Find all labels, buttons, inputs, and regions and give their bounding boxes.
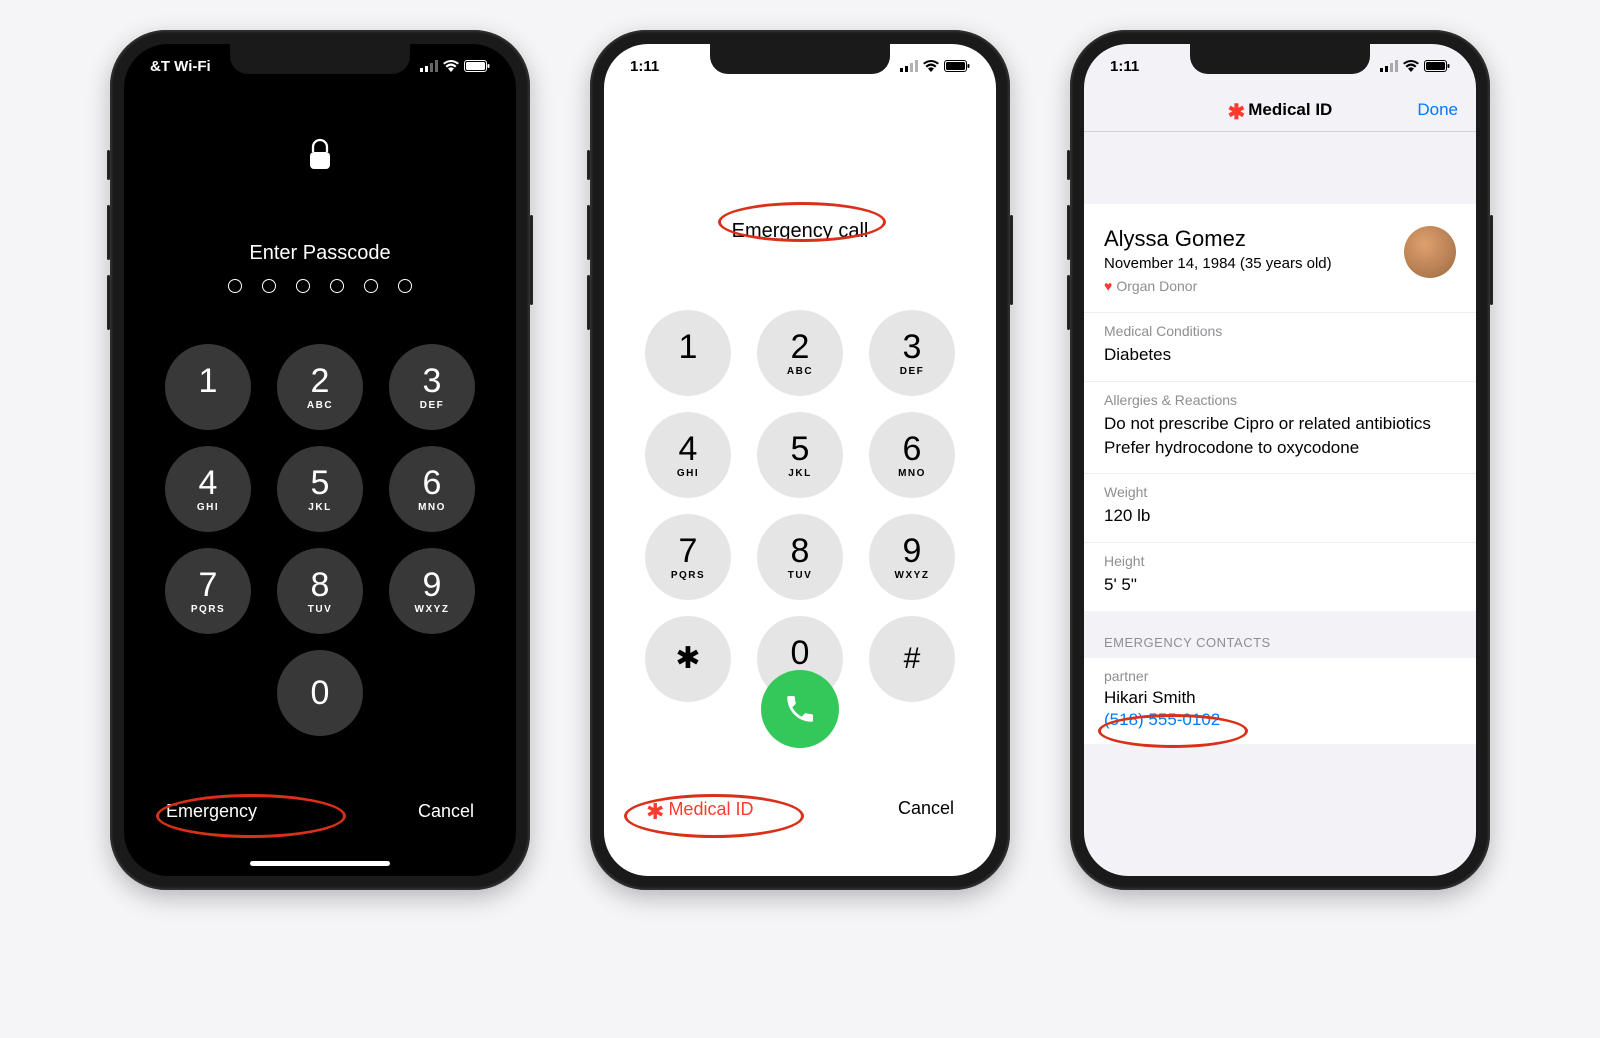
- signal-icon: [420, 60, 438, 72]
- medical-id-label: Medical ID: [668, 799, 753, 820]
- status-right: [420, 60, 490, 72]
- keypad-key-hash[interactable]: #: [869, 616, 955, 702]
- keypad-key-8[interactable]: 8TUV: [757, 514, 843, 600]
- done-button[interactable]: Done: [1417, 100, 1458, 120]
- allergies-label: Allergies & Reactions: [1104, 392, 1456, 408]
- keypad-key-4[interactable]: 4GHI: [645, 412, 731, 498]
- home-indicator[interactable]: [250, 861, 390, 866]
- status-right: [900, 60, 970, 72]
- medical-id-body: Alyssa Gomez November 14, 1984 (35 years…: [1084, 132, 1476, 876]
- contact-name: Hikari Smith: [1104, 688, 1456, 708]
- avatar: [1404, 226, 1456, 278]
- call-button[interactable]: [761, 670, 839, 748]
- weight-value: 120 lb: [1104, 504, 1456, 528]
- allergies-block: Allergies & Reactions Do not prescribe C…: [1084, 381, 1476, 474]
- emergency-button[interactable]: Emergency: [166, 801, 257, 822]
- keypad-key-9[interactable]: 9WXYZ: [869, 514, 955, 600]
- emergency-call-title: Emergency call: [604, 220, 996, 243]
- keypad-key-6[interactable]: 6MNO: [869, 412, 955, 498]
- heart-icon: ♥: [1104, 278, 1112, 294]
- conditions-value: Diabetes: [1104, 343, 1456, 367]
- status-time: 1:11: [630, 58, 659, 75]
- status-carrier: &T Wi-Fi: [150, 58, 211, 75]
- phone-lockscreen: &T Wi-Fi Enter Passcode 1 2ABC 3DEF 4GHI 5J…: [110, 30, 530, 890]
- cancel-button[interactable]: Cancel: [898, 798, 954, 820]
- lock-icon: [308, 138, 332, 177]
- conditions-label: Medical Conditions: [1104, 323, 1456, 339]
- contact-phone[interactable]: (518) 555-0102: [1104, 710, 1456, 730]
- medical-conditions-block: Medical Conditions Diabetes: [1084, 312, 1476, 381]
- keypad-key-4[interactable]: 4GHI: [165, 446, 251, 532]
- profile-dob: November 14, 1984 (35 years old): [1104, 255, 1332, 272]
- status-right: [1380, 60, 1450, 72]
- height-block: Height 5' 5": [1084, 542, 1476, 611]
- emergency-contacts-header: EMERGENCY CONTACTS: [1084, 611, 1476, 658]
- keypad-key-3[interactable]: 3DEF: [869, 310, 955, 396]
- height-label: Height: [1104, 553, 1456, 569]
- signal-icon: [1380, 60, 1398, 72]
- asterisk-icon: ✱: [1228, 102, 1246, 123]
- passcode-prompt: Enter Passcode: [124, 242, 516, 265]
- keypad-key-0[interactable]: 0: [277, 650, 363, 736]
- asterisk-icon: ✱: [646, 801, 664, 823]
- keypad-key-5[interactable]: 5JKL: [277, 446, 363, 532]
- passcode-keypad: 1 2ABC 3DEF 4GHI 5JKL 6MNO 7PQRS 8TUV 9WXYZ 0: [124, 344, 516, 736]
- phone-medical-id: 1:11 ✱ Medical ID Done Alyssa Gomez Nove…: [1070, 30, 1490, 890]
- navbar-title-text: Medical ID: [1248, 100, 1332, 120]
- keypad-key-6[interactable]: 6MNO: [389, 446, 475, 532]
- dial-keypad: 1 2ABC3DEF4GHI5JKL6MNO7PQRS8TUV9WXYZ✱0+#: [604, 310, 996, 702]
- keypad-key-star[interactable]: ✱: [645, 616, 731, 702]
- wifi-icon: [923, 60, 939, 72]
- battery-icon: [1424, 60, 1450, 72]
- emergency-contact: partner Hikari Smith (518) 555-0102: [1084, 658, 1476, 744]
- keypad-key-2[interactable]: 2ABC: [757, 310, 843, 396]
- keypad-key-2[interactable]: 2ABC: [277, 344, 363, 430]
- keypad-key-5[interactable]: 5JKL: [757, 412, 843, 498]
- height-value: 5' 5": [1104, 573, 1456, 597]
- weight-block: Weight 120 lb: [1084, 473, 1476, 542]
- allergies-value: Do not prescribe Cipro or related antibi…: [1104, 412, 1456, 460]
- profile-card: Alyssa Gomez November 14, 1984 (35 years…: [1084, 204, 1476, 312]
- keypad-key-7[interactable]: 7PQRS: [645, 514, 731, 600]
- contact-relationship: partner: [1104, 668, 1456, 684]
- organ-donor-label: Organ Donor: [1116, 278, 1197, 294]
- profile-name: Alyssa Gomez: [1104, 226, 1332, 252]
- wifi-icon: [1403, 60, 1419, 72]
- battery-icon: [944, 60, 970, 72]
- weight-label: Weight: [1104, 484, 1456, 500]
- cancel-button[interactable]: Cancel: [418, 801, 474, 822]
- keypad-key-3[interactable]: 3DEF: [389, 344, 475, 430]
- battery-icon: [464, 60, 490, 72]
- navbar-title: ✱ Medical ID: [1228, 99, 1333, 120]
- passcode-dots: [124, 279, 516, 293]
- keypad-key-9[interactable]: 9WXYZ: [389, 548, 475, 634]
- status-time: 1:11: [1110, 58, 1139, 75]
- signal-icon: [900, 60, 918, 72]
- keypad-key-1[interactable]: 1: [165, 344, 251, 430]
- wifi-icon: [443, 60, 459, 72]
- keypad-key-1[interactable]: 1: [645, 310, 731, 396]
- medical-id-link[interactable]: ✱ Medical ID: [646, 798, 753, 820]
- phone-emergency-dial: 1:11 Emergency call 1 2ABC 3DEF 4GHI 5JKL 6M…: [590, 30, 1010, 890]
- organ-donor: ♥ Organ Donor: [1104, 278, 1332, 294]
- navbar: ✱ Medical ID Done: [1084, 88, 1476, 132]
- keypad-key-8[interactable]: 8TUV: [277, 548, 363, 634]
- keypad-key-7[interactable]: 7PQRS: [165, 548, 251, 634]
- phone-icon: [783, 692, 817, 726]
